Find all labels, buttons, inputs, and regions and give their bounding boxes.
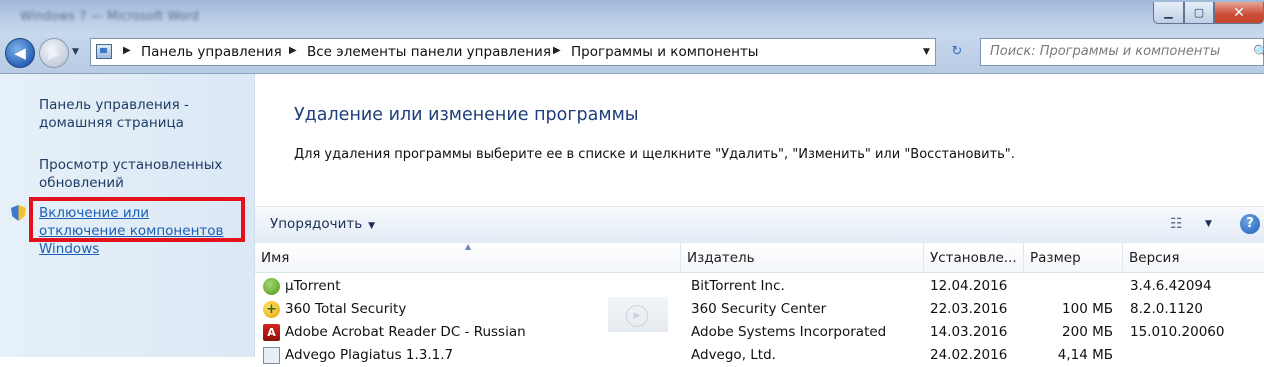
uac-shield-icon bbox=[11, 205, 26, 221]
program-installed: 12.04.2016 bbox=[930, 278, 1008, 294]
column-size[interactable]: Размер bbox=[1024, 243, 1123, 272]
control-panel-icon bbox=[96, 44, 112, 59]
sort-ascending-icon: ▲ bbox=[465, 242, 472, 251]
breadcrumb-separator[interactable]: ▶ bbox=[289, 45, 297, 56]
window-title: Windows 7 — Microsoft Word bbox=[20, 9, 200, 23]
close-icon: ✕ bbox=[1233, 4, 1245, 21]
chevron-down-icon: ▼ bbox=[368, 221, 376, 231]
navigation-bar: ◀ ▶ ▼ ▶ Панель управления ▶ Все элементы… bbox=[0, 34, 1264, 74]
view-installed-updates-link[interactable]: Просмотр установленных обновлений bbox=[39, 156, 239, 192]
view-options-dropdown[interactable]: ▼ bbox=[1205, 219, 1212, 229]
back-button[interactable]: ◀ bbox=[5, 38, 35, 68]
toolbar: Упорядочить ▼ ☷ ▼ ? bbox=[255, 206, 1264, 244]
program-name: Adobe Acrobat Reader DC - Russian bbox=[285, 324, 526, 340]
column-installed-label: Установле... bbox=[930, 250, 1017, 266]
column-version-label: Версия bbox=[1129, 250, 1180, 266]
recent-pages-dropdown[interactable]: ▼ bbox=[72, 47, 79, 57]
360-security-icon: + bbox=[263, 301, 280, 318]
breadcrumb-control-panel[interactable]: Панель управления bbox=[141, 44, 282, 60]
page-description: Для удаления программы выберите ее в спи… bbox=[294, 147, 1015, 162]
back-arrow-icon: ◀ bbox=[14, 44, 26, 62]
program-publisher: 360 Security Center bbox=[691, 301, 827, 317]
program-installed: 14.03.2016 bbox=[930, 324, 1008, 340]
page-title: Удаление или изменение программы bbox=[294, 105, 639, 125]
maximize-icon: ▢ bbox=[1193, 6, 1205, 19]
program-name: Advego Plagiatus 1.3.1.7 bbox=[285, 347, 454, 363]
utorrent-icon bbox=[263, 278, 280, 295]
play-icon: ▶ bbox=[626, 305, 648, 327]
minimize-button[interactable]: ▁ bbox=[1153, 2, 1184, 24]
close-button[interactable]: ✕ bbox=[1214, 2, 1264, 24]
breadcrumb-separator[interactable]: ▶ bbox=[123, 45, 131, 56]
column-size-label: Размер bbox=[1030, 250, 1081, 266]
help-button[interactable]: ? bbox=[1240, 214, 1260, 234]
change-view-icon[interactable]: ☷ bbox=[1170, 216, 1183, 232]
breadcrumb-separator[interactable]: ▶ bbox=[553, 45, 561, 56]
address-bar[interactable]: ▶ Панель управления ▶ Все элементы панел… bbox=[90, 38, 962, 66]
column-publisher[interactable]: Издатель bbox=[681, 243, 924, 272]
task-pane: Панель управления - домашняя страница Пр… bbox=[0, 74, 255, 357]
table-row[interactable]: + 360 Total Security 360 Security Center… bbox=[255, 298, 1264, 321]
search-input[interactable]: Поиск: Программы и компоненты 🔍 bbox=[980, 38, 1264, 66]
adobe-reader-icon: A bbox=[263, 324, 280, 341]
column-header-row: Имя ▲ Издатель Установле... Размер Верси… bbox=[255, 242, 1264, 273]
address-dropdown[interactable]: ▼ bbox=[923, 47, 930, 57]
program-name: µTorrent bbox=[285, 278, 341, 294]
organize-button[interactable]: Упорядочить ▼ bbox=[270, 216, 375, 232]
program-size: 4,14 МБ bbox=[1057, 347, 1113, 363]
column-name-label: Имя bbox=[261, 250, 290, 266]
table-row[interactable]: A Adobe Acrobat Reader DC - Russian Adob… bbox=[255, 321, 1264, 344]
plagiatus-icon bbox=[263, 347, 280, 364]
program-installed: 24.02.2016 bbox=[930, 347, 1008, 363]
search-icon[interactable]: 🔍 bbox=[1253, 45, 1264, 60]
program-name: 360 Total Security bbox=[285, 301, 407, 317]
column-version[interactable]: Версия bbox=[1123, 243, 1264, 272]
title-bar: Windows 7 — Microsoft Word ▁ ▢ ✕ bbox=[0, 0, 1264, 34]
column-publisher-label: Издатель bbox=[687, 250, 755, 266]
minimize-icon: ▁ bbox=[1164, 6, 1173, 19]
table-row[interactable]: Advego Plagiatus 1.3.1.7 Advego, Ltd. 24… bbox=[255, 344, 1264, 367]
organize-label: Упорядочить bbox=[270, 216, 363, 232]
breadcrumb-programs[interactable]: Программы и компоненты bbox=[571, 44, 758, 60]
forward-button[interactable]: ▶ bbox=[39, 38, 69, 68]
program-size: 100 МБ bbox=[1062, 301, 1113, 317]
breadcrumb-all-items[interactable]: Все элементы панели управления bbox=[307, 44, 551, 60]
program-version: 8.2.0.1120 bbox=[1130, 301, 1203, 317]
maximize-button[interactable]: ▢ bbox=[1184, 2, 1214, 24]
program-version: 3.4.6.42094 bbox=[1130, 278, 1212, 294]
program-version: 15.010.20060 bbox=[1130, 324, 1225, 340]
forward-arrow-icon: ▶ bbox=[48, 44, 60, 62]
search-placeholder: Поиск: Программы и компоненты bbox=[990, 44, 1221, 59]
program-installed: 22.03.2016 bbox=[930, 301, 1008, 317]
program-publisher: Advego, Ltd. bbox=[691, 347, 776, 363]
control-panel-home-link[interactable]: Панель управления - домашняя страница bbox=[39, 96, 239, 132]
table-row[interactable]: µTorrent BitTorrent Inc. 12.04.2016 3.4.… bbox=[255, 275, 1264, 298]
program-publisher: BitTorrent Inc. bbox=[691, 278, 785, 294]
program-size: 200 МБ bbox=[1062, 324, 1113, 340]
program-publisher: Adobe Systems Incorporated bbox=[691, 324, 887, 340]
highlight-annotation bbox=[29, 197, 245, 242]
video-overlay-thumbnail: ▶ bbox=[608, 297, 668, 332]
refresh-button[interactable]: ↻ bbox=[941, 44, 972, 61]
column-installed[interactable]: Установле... bbox=[924, 243, 1024, 272]
